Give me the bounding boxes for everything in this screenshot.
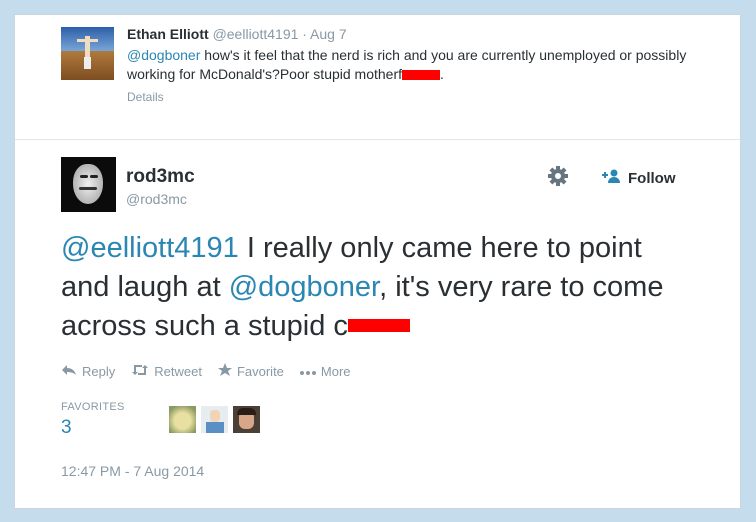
follow-label: Follow xyxy=(628,169,676,187)
retweet-button[interactable]: Retweet xyxy=(131,363,202,380)
follow-user-icon xyxy=(600,169,622,188)
mention-link-2[interactable]: @dogboner xyxy=(229,271,379,303)
author-name[interactable]: rod3mc xyxy=(126,166,195,188)
parent-time[interactable]: · Aug 7 xyxy=(302,26,346,42)
redaction-bar-2 xyxy=(347,318,410,332)
author-avatar[interactable] xyxy=(61,157,116,212)
more-label: More xyxy=(320,364,351,379)
parent-text-end: . xyxy=(440,66,444,82)
favorites-stat: FAVORITES 3 xyxy=(61,401,125,439)
author-handle[interactable]: @rod3mc xyxy=(126,191,187,207)
favorite-label: Favorite xyxy=(236,364,284,379)
retweet-icon xyxy=(131,364,149,379)
star-icon xyxy=(217,363,232,380)
more-button[interactable]: More xyxy=(299,363,351,380)
mention-link[interactable]: @eelliott4191 xyxy=(61,232,239,264)
tweet-timestamp[interactable]: 12:47 PM - 7 Aug 2014 xyxy=(61,463,204,479)
favoriter-avatar[interactable] xyxy=(233,406,260,433)
tweet-card: Ethan Elliott @eelliott4191 · Aug 7 @dog… xyxy=(14,14,741,509)
reply-label: Reply xyxy=(82,364,116,379)
tweet-actions: Reply Retweet Favorite More xyxy=(61,363,351,380)
favorite-button[interactable]: Favorite xyxy=(217,363,284,380)
parent-tweet-text: @dogboner how's it feel that the nerd is… xyxy=(127,46,687,84)
reply-button[interactable]: Reply xyxy=(61,363,115,380)
favorites-count[interactable]: 3 xyxy=(61,417,125,439)
more-dots-icon xyxy=(299,364,316,379)
divider xyxy=(15,139,740,140)
favoriter-avatar[interactable] xyxy=(169,406,196,433)
parent-author-name[interactable]: Ethan Elliott xyxy=(127,26,209,42)
parent-avatar[interactable] xyxy=(61,27,114,80)
favoriter-avatars xyxy=(169,406,260,433)
redaction-bar xyxy=(402,70,441,81)
details-link[interactable]: Details xyxy=(127,90,687,104)
tweet-text: @eelliott4191 I really only came here to… xyxy=(61,229,691,346)
retweet-label: Retweet xyxy=(154,364,202,379)
follow-button[interactable]: Follow xyxy=(600,168,676,188)
favorites-label: FAVORITES xyxy=(61,401,125,413)
parent-author-handle[interactable]: @eelliott4191 xyxy=(213,26,299,42)
parent-mention-link[interactable]: @dogboner xyxy=(127,47,200,63)
reply-icon xyxy=(61,364,77,379)
gear-icon[interactable] xyxy=(547,165,569,187)
favoriter-avatar[interactable] xyxy=(201,406,228,433)
